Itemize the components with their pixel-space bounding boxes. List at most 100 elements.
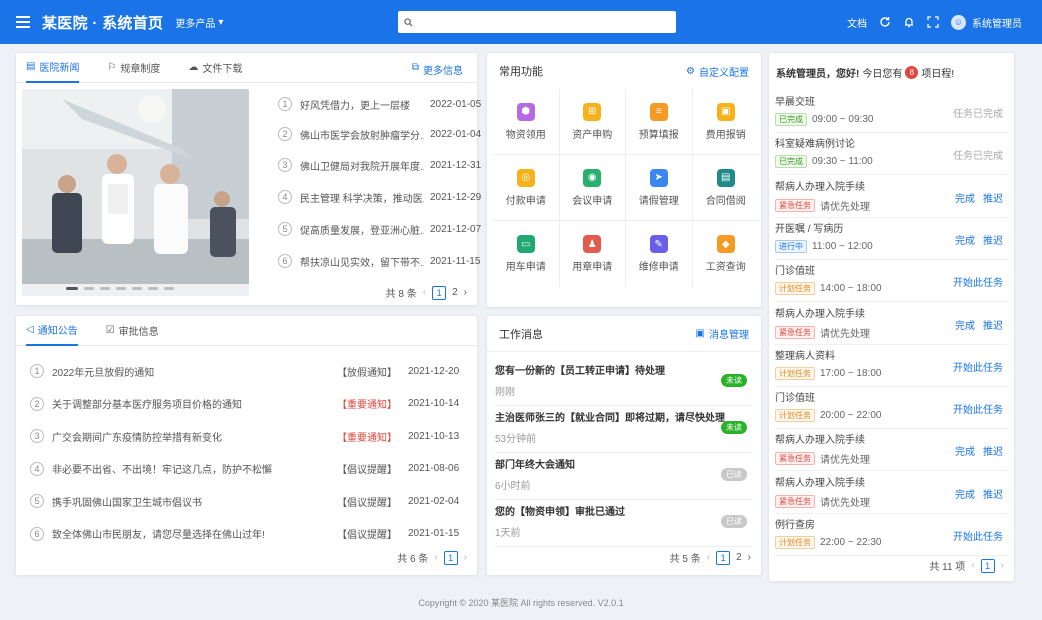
function-icon: ◉	[583, 168, 602, 187]
task-action-button[interactable]: 完成	[955, 232, 975, 247]
prev-page-button[interactable]: ‹	[971, 560, 974, 571]
custom-config-link[interactable]: ⚙ 自定义配置	[686, 64, 749, 79]
news-date: 2022-01-05	[430, 98, 482, 110]
task-status-tag: 计划任务	[775, 366, 815, 380]
task-item: 整理病人资料 计划任务 17:00 ~ 18:00 开始此任务	[775, 345, 1007, 387]
more-info-link[interactable]: ⧉ 更多信息	[412, 62, 463, 77]
more-products-dropdown[interactable]: 更多产品 ▾	[175, 15, 223, 30]
item-number: 1	[30, 364, 44, 378]
page-button[interactable]: 1	[716, 550, 731, 565]
next-page-button[interactable]: ›	[1001, 560, 1004, 571]
user-name[interactable]: 系统管理员	[972, 15, 1022, 30]
task-action-button[interactable]: 完成	[955, 190, 975, 205]
menu-icon[interactable]	[16, 16, 30, 28]
next-page-button[interactable]: ›	[464, 287, 467, 298]
function-item[interactable]: ≡ 预算填报	[626, 89, 693, 155]
task-item: 门诊值班 计划任务 14:00 ~ 18:00 开始此任务	[775, 260, 1007, 303]
message-manage-link[interactable]: ▣ 消息管理	[696, 326, 749, 341]
list-item[interactable]: 4 非必要不出省、不出境！牢记这几点，防护不松懈 【倡议提醒】 2021-08-06	[30, 452, 482, 486]
function-item[interactable]: ⬢ 物资领用	[493, 89, 560, 155]
function-item[interactable]: ▤ 合同借阅	[692, 155, 759, 221]
header-actions: 文档 ☺ 系统管理员	[847, 0, 1022, 44]
next-page-button[interactable]: ›	[464, 552, 467, 563]
function-item[interactable]: ◎ 付款申请	[493, 155, 560, 221]
next-page-button[interactable]: ›	[748, 552, 751, 563]
list-item[interactable]: 1 2022年元旦放假的通知 【放假通知】 2021-12-20	[30, 354, 482, 388]
task-action-button[interactable]: 开始此任务	[953, 401, 1003, 416]
search-input[interactable]	[419, 16, 659, 28]
message-item[interactable]: 主治医师张三的【就业合同】即将过期，请尽快处理 53分钟前 未读	[495, 403, 751, 453]
function-icon: ▣	[716, 102, 735, 121]
doc-link[interactable]: 文档	[847, 15, 867, 30]
page-button[interactable]: 2	[452, 287, 458, 298]
task-action-button[interactable]: 完成	[955, 317, 975, 332]
prev-page-button[interactable]: ‹	[707, 552, 710, 563]
message-item[interactable]: 您的【物资申领】审批已通过 1天前 已读	[495, 497, 751, 547]
read-status-badge: 已读	[721, 515, 747, 528]
notice-date: 2021-12-20	[408, 365, 460, 377]
function-item[interactable]: ▣ 费用报销	[692, 89, 759, 155]
task-item: 门诊值班 计划任务 20:00 ~ 22:00 开始此任务	[775, 387, 1007, 430]
list-item[interactable]: 3 佛山卫健局对我院开展年度... 2021-12-31	[278, 152, 488, 178]
page-button[interactable]: 1	[443, 550, 458, 565]
task-action-button[interactable]: 完成	[955, 443, 975, 458]
tasks-pagination: 共 11 项 ‹ 1 ›	[929, 558, 1004, 573]
task-action-button[interactable]: 完成	[955, 486, 975, 501]
page-button[interactable]: 1	[432, 285, 447, 300]
task-actions: 完成 推迟	[955, 443, 1003, 458]
task-status-tag: 已完成	[775, 113, 807, 126]
gear-icon: ⚙	[686, 65, 695, 77]
avatar[interactable]: ☺	[951, 14, 966, 30]
message-item[interactable]: 您有一份新的【员工转正申请】待处理 刚刚 未读	[495, 356, 751, 406]
list-item[interactable]: 2 佛山市医学会放射肿瘤学分... 2022-01-04	[278, 121, 488, 147]
task-action-button[interactable]: 推迟	[983, 317, 1003, 332]
task-action-button[interactable]: 推迟	[983, 190, 1003, 205]
tab-label: 医院新闻	[39, 63, 80, 74]
cloud-icon: ☁	[188, 62, 199, 73]
tab-file-download[interactable]: ☁ 文件下载	[188, 53, 242, 83]
search-box[interactable]	[398, 11, 676, 33]
tab-notices[interactable]: ◁ 通知公告	[26, 316, 78, 346]
tab-hospital-news[interactable]: ▤ 医院新闻	[26, 53, 80, 83]
function-item[interactable]: ◉ 会议申请	[559, 155, 626, 221]
page-button[interactable]: 2	[736, 552, 742, 563]
list-item[interactable]: 4 民主管理 科学决策，推动医... 2021-12-29	[278, 184, 488, 210]
tab-approvals[interactable]: ☑ 审批信息	[106, 316, 159, 346]
task-action-button[interactable]: 开始此任务	[953, 528, 1003, 543]
function-item[interactable]: ♟ 用章申请	[560, 221, 626, 287]
task-actions: 任务已完成	[953, 105, 1003, 120]
list-item[interactable]: 2 关于调整部分基本医疗服务项目价格的通知 【重要通知】 2021-10-14	[30, 387, 482, 421]
carousel-dots[interactable]	[66, 287, 174, 290]
list-item[interactable]: 5 促高质量发展，登亚洲心脏... 2021-12-07	[278, 216, 488, 242]
message-item[interactable]: 部门年终大会通知 6小时前 已读	[495, 450, 751, 500]
list-item[interactable]: 5 携手巩固佛山国家卫生城市倡议书 【倡议提醒】 2021-02-04	[30, 484, 482, 518]
list-item[interactable]: 6 致全体佛山市民朋友，请您尽量选择在佛山过年! 【倡议提醒】 2021-01-15	[30, 517, 482, 551]
schedule-card: 系统管理员，您好! 今日您有 8 项日程! 早晨交班 已完成 09:00 ~ 09:…	[768, 52, 1015, 582]
task-action-button[interactable]: 开始此任务	[953, 359, 1003, 374]
list-item[interactable]: 6 帮扶凉山见实效，留下带不... 2021-11-15	[278, 248, 488, 274]
list-item[interactable]: 1 好风凭借力，更上一层楼 2022-01-05	[278, 91, 488, 117]
prev-page-button[interactable]: ‹	[434, 552, 437, 563]
task-action-button[interactable]: 推迟	[983, 443, 1003, 458]
caret-down-icon: ▾	[218, 16, 224, 28]
refresh-icon[interactable]	[879, 16, 891, 28]
function-icon: ✎	[649, 235, 668, 253]
function-item[interactable]: ▭ 用车申请	[493, 221, 560, 287]
task-action-button[interactable]: 推迟	[983, 486, 1003, 501]
task-action-button[interactable]: 推迟	[983, 232, 1003, 247]
function-item[interactable]: ◆ 工资查询	[693, 221, 760, 287]
news-carousel[interactable]	[22, 89, 249, 296]
list-item[interactable]: 3 广交会期间广东疫情防控举措有新变化 【重要通知】 2021-10-13	[30, 419, 482, 453]
notice-title: 关于调整部分基本医疗服务项目价格的通知	[52, 400, 242, 411]
function-item[interactable]: ✎ 维修申请	[626, 221, 693, 287]
function-label: 资产申购	[572, 129, 613, 141]
task-action-button[interactable]: 开始此任务	[953, 274, 1003, 289]
fullscreen-icon[interactable]	[927, 16, 939, 28]
total-count: 共 5 条	[669, 554, 701, 565]
page-button[interactable]: 1	[980, 558, 995, 573]
function-item[interactable]: ➤ 请假管理	[626, 155, 693, 221]
prev-page-button[interactable]: ‹	[423, 287, 426, 298]
bell-icon[interactable]	[903, 16, 915, 28]
tab-regulations[interactable]: ⚐ 规章制度	[107, 53, 160, 83]
function-item[interactable]: ⊞ 资产申购	[559, 89, 626, 155]
